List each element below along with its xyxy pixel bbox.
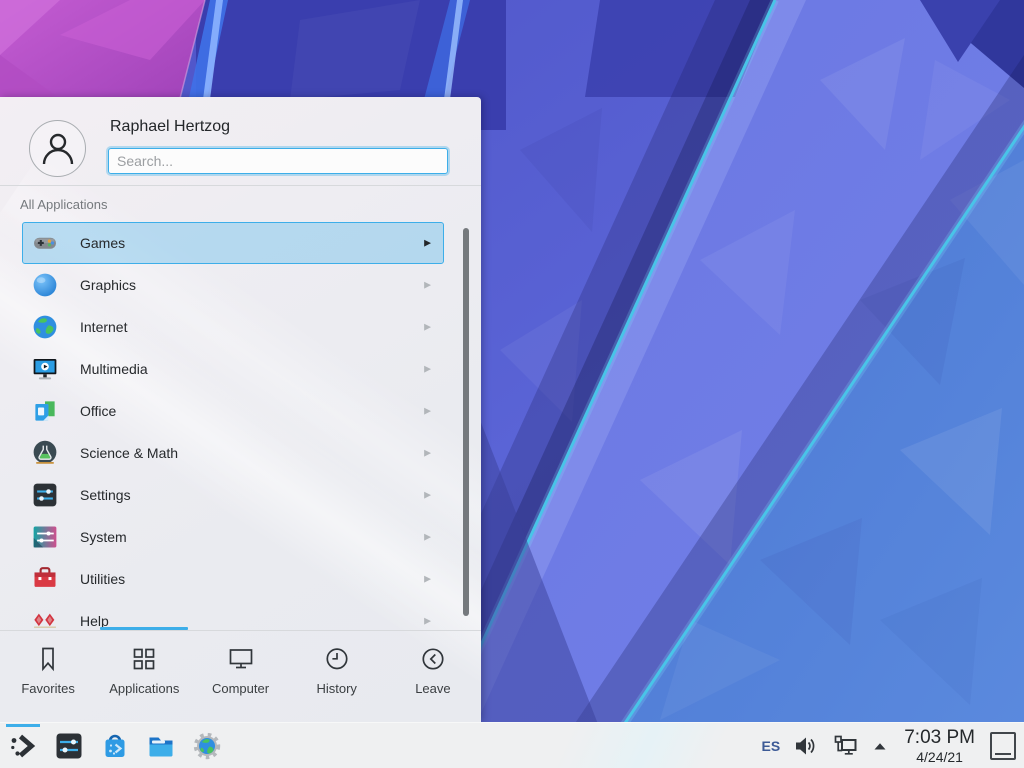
help-icon xyxy=(31,607,59,630)
application-launcher-button[interactable] xyxy=(8,731,38,761)
kde-kickoff-icon xyxy=(8,731,38,761)
kickoff-tabbar: Favorites Applications Computer xyxy=(0,631,481,722)
category-row-system[interactable]: System ▶ xyxy=(22,516,444,558)
globe-icon xyxy=(31,313,59,341)
category-row-office[interactable]: Office ▶ xyxy=(22,390,444,432)
clock-icon xyxy=(322,644,352,674)
category-row-settings[interactable]: Settings ▶ xyxy=(22,474,444,516)
multimedia-monitor-icon xyxy=(31,355,59,383)
category-row-science-math[interactable]: Science & Math ▶ xyxy=(22,432,444,474)
category-label: Multimedia xyxy=(80,361,148,377)
list-scrollbar[interactable] xyxy=(463,228,469,616)
category-row-utilities[interactable]: Utilities ▶ xyxy=(22,558,444,600)
tab-label: Favorites xyxy=(21,681,74,696)
category-row-games[interactable]: Games ▶ xyxy=(22,222,444,264)
show-desktop-button[interactable] xyxy=(990,732,1016,760)
desktop: Raphael Hertzog All Applications Games ▶ xyxy=(0,0,1024,768)
tab-label: Applications xyxy=(109,681,179,696)
section-label: All Applications xyxy=(20,197,107,212)
submenu-arrow-icon: ▶ xyxy=(424,238,431,249)
category-label: Office xyxy=(80,403,116,419)
submenu-arrow-icon: ▶ xyxy=(424,490,431,501)
system-sliders-icon xyxy=(31,523,59,551)
keyboard-layout-indicator[interactable]: ES xyxy=(762,738,781,754)
clock-time: 7:03 PM xyxy=(904,728,975,747)
tab-applications[interactable]: Applications xyxy=(96,631,192,722)
network-wired-icon[interactable] xyxy=(832,733,858,759)
kickoff-launcher-popup: Raphael Hertzog All Applications Games ▶ xyxy=(0,97,481,722)
office-documents-icon xyxy=(31,397,59,425)
discover-launcher-button[interactable] xyxy=(100,731,130,761)
category-list: Games ▶ Graphics ▶ xyxy=(22,222,444,630)
person-icon xyxy=(39,130,77,168)
submenu-arrow-icon: ▶ xyxy=(424,406,431,417)
category-row-graphics[interactable]: Graphics ▶ xyxy=(22,264,444,306)
graphics-ball-icon xyxy=(31,271,59,299)
panel-launchers xyxy=(0,731,222,761)
submenu-arrow-icon: ▶ xyxy=(424,448,431,459)
kickoff-header: Raphael Hertzog xyxy=(0,97,481,186)
expand-tray-caret-icon[interactable] xyxy=(871,737,889,755)
clock-date: 4/24/21 xyxy=(916,750,963,764)
category-row-multimedia[interactable]: Multimedia ▶ xyxy=(22,348,444,390)
tab-history[interactable]: History xyxy=(289,631,385,722)
globe-gear-icon xyxy=(192,731,222,761)
tab-label: Leave xyxy=(415,681,450,696)
tab-leave[interactable]: Leave xyxy=(385,631,481,722)
category-label: Science & Math xyxy=(80,445,178,461)
category-label: System xyxy=(80,529,127,545)
browser-launcher-button[interactable] xyxy=(192,731,222,761)
search-input[interactable] xyxy=(108,148,448,174)
submenu-arrow-icon: ▶ xyxy=(424,532,431,543)
submenu-arrow-icon: ▶ xyxy=(424,280,431,291)
user-name: Raphael Hertzog xyxy=(110,118,230,136)
discover-bag-icon xyxy=(100,731,130,761)
digital-clock[interactable]: 7:03 PM 4/24/21 xyxy=(904,728,975,764)
category-row-help[interactable]: Help ▶ xyxy=(22,600,444,630)
volume-icon[interactable] xyxy=(793,733,819,759)
science-flask-icon xyxy=(31,439,59,467)
dolphin-launcher-button[interactable] xyxy=(146,731,176,761)
tab-favorites[interactable]: Favorites xyxy=(0,631,96,722)
category-label: Graphics xyxy=(80,277,136,293)
category-label: Internet xyxy=(80,319,127,335)
dolphin-folder-icon xyxy=(146,731,176,761)
tab-computer[interactable]: Computer xyxy=(192,631,288,722)
grid-icon xyxy=(129,644,159,674)
leave-circle-icon xyxy=(418,644,448,674)
system-settings-launcher-button[interactable] xyxy=(54,731,84,761)
category-label: Games xyxy=(80,235,125,251)
taskbar-panel: ES 7:03 PM 4/24/21 xyxy=(0,722,1024,768)
category-label: Utilities xyxy=(80,571,125,587)
category-label: Settings xyxy=(80,487,131,503)
category-row-internet[interactable]: Internet ▶ xyxy=(22,306,444,348)
user-avatar[interactable] xyxy=(29,120,86,177)
submenu-arrow-icon: ▶ xyxy=(424,364,431,375)
submenu-arrow-icon: ▶ xyxy=(424,574,431,585)
submenu-arrow-icon: ▶ xyxy=(424,616,431,627)
system-settings-icon xyxy=(54,731,84,761)
tab-label: History xyxy=(316,681,356,696)
utilities-toolbox-icon xyxy=(31,565,59,593)
system-tray: ES 7:03 PM 4/24/21 xyxy=(762,728,1024,764)
tab-label: Computer xyxy=(212,681,269,696)
gamepad-icon xyxy=(31,229,59,257)
monitor-icon xyxy=(226,644,256,674)
settings-sliders-icon xyxy=(31,481,59,509)
submenu-arrow-icon: ▶ xyxy=(424,322,431,333)
bookmark-icon xyxy=(33,644,63,674)
header-divider xyxy=(0,185,481,186)
